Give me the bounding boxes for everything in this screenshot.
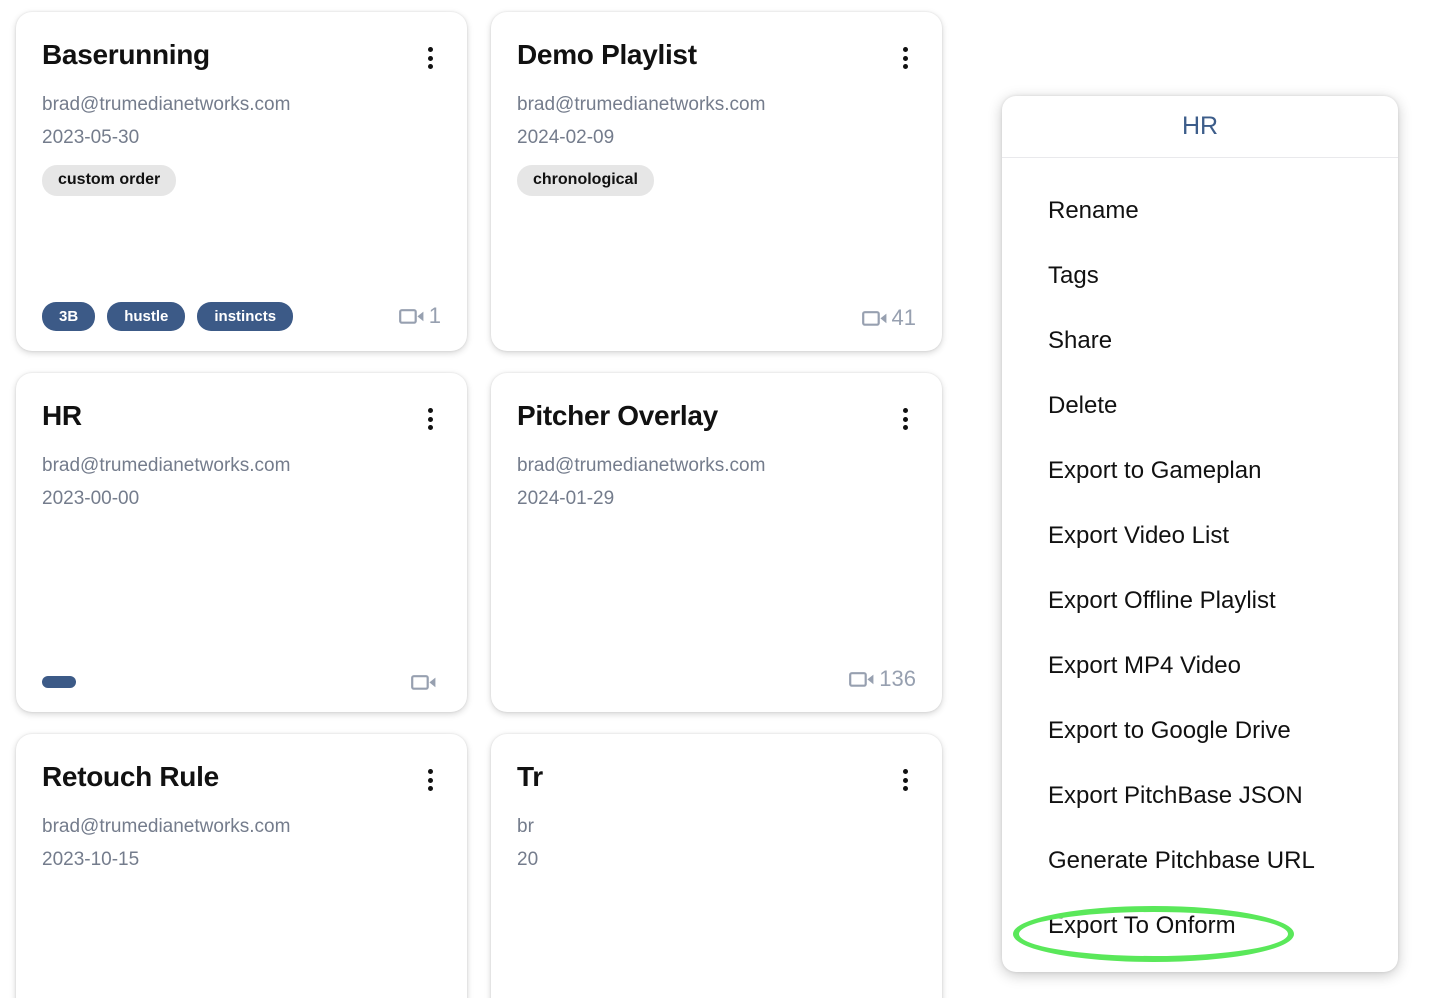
context-menu-item-delete[interactable]: Delete — [1002, 373, 1398, 438]
playlist-video-count — [411, 672, 441, 692]
playlist-card-date: 20 — [517, 848, 916, 872]
playlist-card[interactable]: Tr br 20 — [491, 734, 942, 998]
playlist-card[interactable]: Demo Playlist brad@trumedianetworks.com 20… — [491, 12, 942, 351]
context-menu-list: RenameTagsShareDeleteExport to GameplanE… — [1002, 158, 1398, 958]
playlist-card-order-row — [42, 526, 441, 556]
more-vertical-icon[interactable] — [419, 44, 441, 72]
video-camera-icon — [399, 306, 425, 326]
context-menu-item-generate-pitchbase-url[interactable]: Generate Pitchbase URL — [1002, 828, 1398, 893]
playlist-video-count: 136 — [849, 666, 916, 692]
playlist-card-footer: 3B hustle instincts 1 — [42, 302, 441, 331]
playlist-card-footer: 136 — [517, 666, 916, 692]
video-camera-icon — [862, 308, 888, 328]
playlist-video-count: 1 — [399, 303, 441, 329]
playlist-card-order-row: chronological — [517, 165, 916, 195]
more-vertical-icon[interactable] — [894, 405, 916, 433]
playlist-card-order-row — [517, 887, 916, 917]
playlist-tag-pill[interactable]: hustle — [107, 302, 185, 331]
context-menu-item-export-to-google-drive[interactable]: Export to Google Drive — [1002, 698, 1398, 763]
context-menu-item-share[interactable]: Share — [1002, 308, 1398, 373]
playlist-card-title: Tr — [517, 762, 877, 793]
video-camera-icon — [411, 672, 437, 692]
context-menu-item-export-to-onform[interactable]: Export To Onform — [1002, 893, 1398, 958]
context-menu-item-export-pitchbase-json[interactable]: Export PitchBase JSON — [1002, 763, 1398, 828]
context-menu-item-export-offline-playlist[interactable]: Export Offline Playlist — [1002, 568, 1398, 633]
playlist-card-owner: brad@trumedianetworks.com — [517, 454, 916, 478]
playlist-tag-pill[interactable]: 3B — [42, 302, 95, 331]
more-vertical-icon[interactable] — [419, 405, 441, 433]
playlist-card[interactable]: HR brad@trumedianetworks.com 2023-00-00 — [16, 373, 467, 712]
playlist-card-title: Baserunning — [42, 40, 402, 71]
context-menu-item-tags[interactable]: Tags — [1002, 243, 1398, 308]
playlist-card-date: 2024-01-29 — [517, 487, 916, 511]
playlist-order-badge: custom order — [42, 165, 176, 195]
playlist-tag-list — [42, 676, 76, 688]
more-vertical-icon[interactable] — [419, 766, 441, 794]
context-menu-item-export-video-list[interactable]: Export Video List — [1002, 503, 1398, 568]
playlist-tag-pill[interactable] — [42, 676, 76, 688]
playlist-card-title: Demo Playlist — [517, 40, 877, 71]
playlist-order-badge: chronological — [517, 165, 654, 195]
more-vertical-icon[interactable] — [894, 766, 916, 794]
playlist-card-date: 2024-02-09 — [517, 126, 916, 150]
playlist-card-date: 2023-10-15 — [42, 848, 441, 872]
playlist-card-order-row — [517, 526, 916, 556]
playlist-card-owner: brad@trumedianetworks.com — [42, 454, 441, 478]
video-camera-icon — [849, 669, 875, 689]
playlist-context-menu[interactable]: HR RenameTagsShareDeleteExport to Gamepl… — [1002, 96, 1398, 972]
context-menu-item-export-to-gameplan[interactable]: Export to Gameplan — [1002, 438, 1398, 503]
playlist-video-count-value: 136 — [879, 666, 916, 692]
playlist-card-date: 2023-05-30 — [42, 126, 441, 150]
playlist-card-owner: br — [517, 815, 916, 839]
context-menu-title: HR — [1002, 96, 1398, 158]
playlist-card-owner: brad@trumedianetworks.com — [42, 93, 441, 117]
playlist-card-owner: brad@trumedianetworks.com — [517, 93, 916, 117]
playlist-tag-pill[interactable]: instincts — [197, 302, 293, 331]
context-menu-item-export-mp4-video[interactable]: Export MP4 Video — [1002, 633, 1398, 698]
playlist-card-title: Pitcher Overlay — [517, 401, 877, 432]
playlist-card[interactable]: Retouch Rule brad@trumedianetworks.com 202… — [16, 734, 467, 998]
playlist-video-count: 41 — [862, 305, 916, 331]
playlist-card-footer — [42, 672, 441, 692]
playlist-card-order-row — [42, 887, 441, 917]
more-vertical-icon[interactable] — [894, 44, 916, 72]
playlist-card[interactable]: Pitcher Overlay brad@trumedianetworks.com… — [491, 373, 942, 712]
playlist-card-order-row: custom order — [42, 165, 441, 195]
playlist-browser-screen: Baserunning brad@trumedianetworks.com 2023… — [0, 0, 1430, 998]
playlist-video-count-value: 41 — [892, 305, 916, 331]
playlist-card-date: 2023-00-00 — [42, 487, 441, 511]
playlist-card-title: Retouch Rule — [42, 762, 402, 793]
playlist-card-title: HR — [42, 401, 402, 432]
playlist-card-owner: brad@trumedianetworks.com — [42, 815, 441, 839]
playlist-video-count-value: 1 — [429, 303, 441, 329]
playlist-card[interactable]: Baserunning brad@trumedianetworks.com 2023… — [16, 12, 467, 351]
playlist-card-footer: 41 — [517, 305, 916, 331]
context-menu-item-rename[interactable]: Rename — [1002, 178, 1398, 243]
playlist-tag-list: 3B hustle instincts — [42, 302, 293, 331]
